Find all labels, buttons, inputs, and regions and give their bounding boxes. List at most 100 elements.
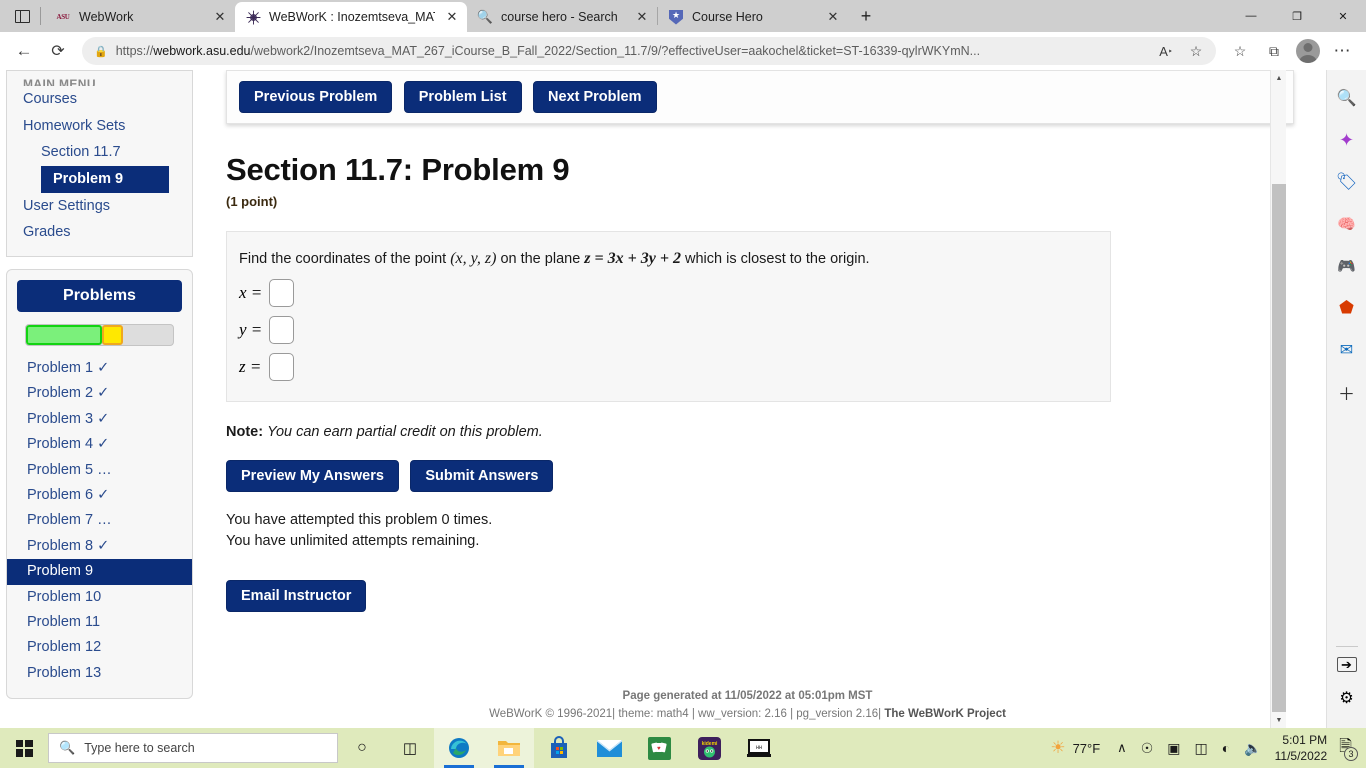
collections-icon[interactable]: ⧉ (1258, 36, 1290, 66)
list-item[interactable]: Problem 13 (17, 661, 182, 686)
file-explorer-icon[interactable] (484, 728, 534, 768)
list-item[interactable]: Problem 3 ✓ (17, 407, 182, 432)
notification-center-button[interactable]: 🗎 3 (1335, 735, 1362, 762)
start-button[interactable] (0, 728, 48, 768)
list-item[interactable]: Problem 12 (17, 635, 182, 660)
list-item[interactable]: Problem 4 ✓ (17, 432, 182, 457)
close-icon[interactable]: ✕ (824, 8, 842, 26)
list-item[interactable]: Problem 8 ✓ (17, 534, 182, 559)
answer-input-y[interactable] (269, 316, 294, 345)
tab-title: WebWork (79, 10, 134, 24)
weather-temperature: 77°F (1072, 740, 1101, 756)
taskbar-search-input[interactable]: 🔍 Type here to search (48, 733, 338, 763)
scrollbar-thumb[interactable] (1272, 184, 1286, 712)
outlook-icon[interactable]: ✉ (1331, 334, 1363, 366)
sidebar-item-problem-9[interactable]: Problem 9 (41, 166, 169, 193)
favorites-icon[interactable]: ☆ (1224, 36, 1256, 66)
windows-logo-icon (15, 739, 33, 757)
shopping-tag-icon[interactable]: 🏷 (1331, 166, 1363, 198)
back-button[interactable]: ← (8, 36, 40, 66)
tab-actions-button[interactable] (4, 0, 40, 32)
answer-input-z[interactable] (269, 353, 294, 382)
refresh-button[interactable]: ⟳ (42, 36, 74, 66)
status-check-icon: ✓ (97, 385, 110, 402)
scroll-up-icon[interactable]: ▲ (1271, 70, 1287, 86)
page-viewport: MAIN MENU Courses Homework Sets Section … (0, 70, 1366, 728)
close-icon[interactable]: ✕ (633, 8, 651, 26)
avatar[interactable] (1296, 39, 1320, 63)
read-aloud-icon[interactable]: A ‣ (1152, 38, 1180, 64)
volume-icon[interactable]: 🔈 (1237, 740, 1268, 757)
collapse-sidebar-icon[interactable]: ➔ (1336, 657, 1357, 672)
close-icon[interactable]: ✕ (443, 8, 461, 26)
list-item[interactable]: Problem 7 … (17, 508, 182, 533)
tools-icon[interactable]: 🧠 (1331, 208, 1363, 240)
battery-icon[interactable]: ◫ (1187, 740, 1214, 757)
microsoft-store-icon[interactable] (534, 728, 584, 768)
search-icon[interactable]: 🔍 (1331, 82, 1363, 114)
sidebar-settings-icon[interactable]: ⚙ (1331, 682, 1363, 714)
camera-privacy-icon[interactable]: ☉ (1134, 740, 1161, 757)
answer-input-x[interactable] (269, 279, 294, 308)
webwork-page: MAIN MENU Courses Homework Sets Section … (0, 70, 1326, 728)
remote-desktop-icon[interactable]: HH (734, 728, 784, 768)
taskbar-clock[interactable]: 5:01 PM 11/5/2022 (1269, 732, 1336, 764)
maximize-button[interactable]: ❐ (1274, 0, 1320, 32)
kahoot-icon[interactable]: kidemi (684, 728, 734, 768)
list-item[interactable]: Problem 2 ✓ (17, 381, 182, 406)
security-alert-icon[interactable]: ▣ (1160, 740, 1187, 757)
solitaire-icon[interactable]: ♥ (634, 728, 684, 768)
next-problem-button[interactable]: Next Problem (533, 81, 657, 113)
tab-course-hero[interactable]: ★ Course Hero ✕ (658, 2, 848, 32)
svg-text:kidemi: kidemi (701, 741, 717, 747)
new-tab-button[interactable]: + (852, 2, 880, 30)
add-sidebar-icon[interactable]: ＋ (1331, 376, 1363, 408)
list-item[interactable]: Problem 6 ✓ (17, 483, 182, 508)
problem-link-label: Problem 10 (27, 588, 102, 605)
previous-problem-button[interactable]: Previous Problem (239, 81, 393, 113)
footer-project-link[interactable]: The WeBWorK Project (884, 708, 1006, 720)
list-item[interactable]: Problem 1 ✓ (17, 356, 182, 381)
add-favorite-icon[interactable]: ☆ (1182, 38, 1210, 64)
mail-icon[interactable] (584, 728, 634, 768)
edge-sidebar: 🔍 ✦ 🏷 🧠 🎮 ⬟ ✉ ＋ ➔ ⚙ (1326, 70, 1366, 728)
sidebar-item-homework-sets[interactable]: Homework Sets (7, 113, 192, 140)
games-icon[interactable]: 🎮 (1331, 250, 1363, 282)
task-view-icon[interactable]: ◫ (386, 728, 434, 768)
tab-webwork-problem[interactable]: WeBWorK : Inozemtseva_MAT_26 ✕ (235, 2, 467, 32)
problem-list-button[interactable]: Problem List (403, 81, 522, 113)
cortana-icon[interactable]: ○ (338, 728, 386, 768)
edge-icon[interactable] (434, 728, 484, 768)
list-item[interactable]: Problem 11 (17, 610, 182, 635)
show-hidden-icons[interactable]: ∧ (1110, 740, 1134, 756)
office-icon[interactable]: ⬟ (1331, 292, 1363, 324)
page-scrollbar[interactable]: ▲ ▼ (1270, 70, 1286, 728)
sidebar-item-courses[interactable]: Courses (7, 86, 192, 113)
copilot-sparkle-icon[interactable]: ✦ (1331, 124, 1363, 156)
close-window-button[interactable]: ✕ (1320, 0, 1366, 32)
minimize-button[interactable]: — (1228, 0, 1274, 32)
scroll-down-icon[interactable]: ▼ (1271, 712, 1287, 728)
answer-row-y: y = (239, 316, 1098, 345)
close-icon[interactable]: ✕ (211, 8, 229, 26)
status-check-icon: ✓ (97, 410, 110, 427)
address-bar[interactable]: 🔒 https://webwork.asu.edu/webwork2/Inoze… (82, 37, 1216, 65)
list-item[interactable]: Problem 10 (17, 585, 182, 610)
tab-webwork-asu[interactable]: ASU WebWork ✕ (45, 2, 235, 32)
sidebar-item-grades[interactable]: Grades (7, 219, 192, 246)
wifi-icon[interactable]: ◐ (1215, 740, 1237, 756)
submit-answers-button[interactable]: Submit Answers (410, 460, 554, 493)
sidebar-item-section-11-7[interactable]: Section 11.7 (7, 139, 192, 166)
list-item[interactable]: Problem 5 … (17, 458, 182, 483)
sidebar-item-user-settings[interactable]: User Settings (7, 193, 192, 220)
search-placeholder: Type here to search (84, 741, 195, 755)
edge-logo (449, 738, 469, 758)
attempts-remaining: You have unlimited attempts remaining. (226, 533, 480, 550)
problems-box: Problems Problem 1 ✓ Problem 2 ✓ Problem… (6, 269, 193, 700)
weather-widget[interactable]: ☀ 77°F (1044, 738, 1110, 758)
settings-and-more-icon[interactable]: ⋯ (1326, 36, 1358, 66)
email-instructor-button[interactable]: Email Instructor (226, 580, 367, 613)
tab-course-hero-search[interactable]: 🔍 course hero - Search ✕ (467, 2, 657, 32)
list-item-selected[interactable]: Problem 9 (7, 559, 192, 585)
preview-my-answers-button[interactable]: Preview My Answers (226, 460, 399, 493)
